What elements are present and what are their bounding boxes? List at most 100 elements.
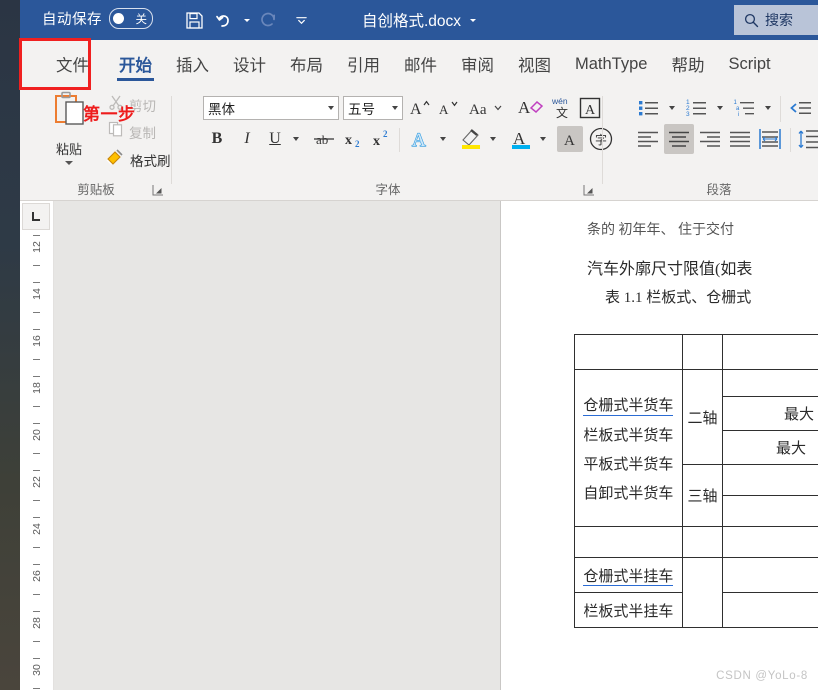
table-cell-empty[interactable] — [723, 527, 818, 558]
undo-arrow-icon[interactable] — [210, 7, 238, 33]
watermark-text: CSDN @YoLo-8 — [716, 670, 808, 682]
table-cell-empty[interactable] — [723, 558, 818, 593]
justify-icon[interactable] — [726, 126, 754, 152]
font-color-icon[interactable]: A — [507, 125, 535, 153]
italic-button[interactable]: I — [235, 126, 259, 152]
cut-button: 剪切 — [108, 94, 156, 115]
svg-text:2: 2 — [355, 139, 360, 149]
table-row[interactable]: 仓栅式半挂车 — [575, 558, 818, 593]
tab-help[interactable]: 帮助 — [659, 40, 716, 88]
trailer-type-2: 栏板式半挂车 — [583, 604, 673, 620]
table-cell-empty[interactable] — [723, 370, 818, 397]
numbering-chevron-icon[interactable] — [712, 96, 728, 120]
undo-dropdown-chevron-icon[interactable] — [240, 7, 253, 33]
table-cell-empty[interactable] — [723, 335, 818, 370]
subscript-icon[interactable]: x 2 — [341, 126, 367, 152]
format-painter-label: 格式刷 — [130, 150, 171, 170]
tab-view[interactable]: 视图 — [506, 40, 563, 88]
font-color-chevron-icon[interactable] — [535, 126, 551, 152]
autosave-state-label: 关 — [136, 11, 148, 27]
underline-dropdown-chevron-icon[interactable] — [287, 126, 305, 152]
bullet-list-icon[interactable] — [636, 95, 662, 121]
table-cell-trailer-2[interactable]: 栏板式半挂车 — [575, 593, 683, 628]
shrink-font-icon[interactable]: A — [435, 96, 461, 120]
font-dialog-launcher-icon[interactable] — [583, 184, 595, 196]
table-cell-axle-three[interactable]: 三轴 — [682, 465, 723, 527]
tab-layout[interactable]: 布局 — [278, 40, 335, 88]
enclose-character-icon[interactable]: 字 — [587, 125, 615, 153]
distributed-align-icon[interactable] — [756, 125, 784, 153]
vertical-ruler-scale: 12141618202224262830 — [20, 233, 53, 690]
text-highlight-icon[interactable] — [457, 125, 485, 153]
align-right-icon[interactable] — [696, 126, 724, 152]
grow-font-icon[interactable]: A — [407, 96, 433, 120]
svg-text:Aa: Aa — [469, 102, 487, 118]
multilevel-chevron-icon[interactable] — [760, 96, 776, 120]
search-box[interactable]: 搜索 — [734, 5, 818, 35]
customize-qat-icon[interactable] — [295, 7, 308, 33]
line-spacing-icon[interactable] — [796, 125, 818, 153]
svg-text:A: A — [410, 101, 422, 118]
numbered-list-icon[interactable]: 1 2 3 — [684, 95, 710, 121]
text-effects-chevron-icon[interactable] — [435, 126, 451, 152]
document-page[interactable]: 条的 初年年、 住于交付 汽车外廓尺寸限值(如表 表 1.1 栏板式、仓栅式 仓… — [500, 201, 818, 690]
character-border-icon[interactable]: A — [577, 95, 603, 121]
table-cell-empty[interactable] — [723, 465, 818, 496]
superscript-icon[interactable]: x 2 — [369, 126, 395, 152]
clipboard-dialog-launcher-icon[interactable] — [152, 184, 164, 196]
font-name-combobox[interactable]: 黑体 — [203, 96, 339, 120]
save-floppy-icon[interactable] — [180, 7, 208, 33]
document-table[interactable]: 仓栅式半货车 栏板式半货车 平板式半货车 自卸式半货车 二轴 最大 — [574, 334, 818, 628]
chevron-down-icon[interactable] — [470, 19, 476, 22]
table-row[interactable]: 仓栅式半货车 栏板式半货车 平板式半货车 自卸式半货车 二轴 — [575, 370, 818, 397]
phonetic-guide-icon[interactable]: wén 文 — [547, 93, 575, 121]
bullets-chevron-icon[interactable] — [664, 96, 680, 120]
table-cell-empty[interactable] — [575, 335, 683, 370]
clear-formatting-icon[interactable]: A — [517, 94, 545, 120]
underline-button[interactable]: U — [263, 126, 287, 152]
tab-script[interactable]: Script — [716, 40, 782, 88]
table-cell-empty[interactable] — [682, 558, 723, 628]
bold-button[interactable]: B — [205, 126, 229, 152]
table-cell-vehicle-types[interactable]: 仓栅式半货车 栏板式半货车 平板式半货车 自卸式半货车 — [575, 370, 683, 527]
tab-home[interactable]: 开始 — [107, 40, 164, 88]
tab-file[interactable]: 文件 — [38, 40, 107, 88]
text-effects-icon[interactable]: A A — [407, 125, 435, 153]
character-shading-icon[interactable]: A — [557, 126, 583, 152]
tab-mailings[interactable]: 邮件 — [392, 40, 449, 88]
change-case-icon[interactable]: Aa — [467, 96, 509, 120]
table-row[interactable] — [575, 527, 818, 558]
table-cell-measure-1[interactable]: 最大 — [723, 397, 818, 431]
table-cell-measure-2[interactable]: 最大 — [723, 431, 818, 465]
autosave-toggle[interactable]: 关 — [109, 8, 153, 29]
table-cell-empty[interactable] — [723, 496, 818, 527]
strikethrough-icon[interactable]: ab — [311, 126, 337, 152]
multilevel-list-icon[interactable]: 1 a i — [732, 95, 758, 121]
decrease-indent-icon[interactable] — [788, 95, 814, 121]
paste-button[interactable]: 粘贴 — [42, 91, 96, 165]
table-cell-empty[interactable] — [682, 527, 723, 558]
table-cell-empty[interactable] — [682, 335, 723, 370]
font-size-chevron-icon[interactable] — [392, 106, 398, 110]
tab-review[interactable]: 审阅 — [449, 40, 506, 88]
tab-stop-selector[interactable] — [22, 203, 50, 230]
table-cell-axle-two[interactable]: 二轴 — [682, 370, 723, 465]
tab-references[interactable]: 引用 — [335, 40, 392, 88]
tab-design[interactable]: 设计 — [221, 40, 278, 88]
highlight-chevron-icon[interactable] — [485, 126, 501, 152]
align-center-icon[interactable] — [664, 124, 694, 154]
table-cell-empty[interactable] — [575, 527, 683, 558]
table-cell-trailer-1[interactable]: 仓栅式半挂车 — [575, 558, 683, 593]
font-size-combobox[interactable]: 五号 — [343, 96, 403, 120]
document-body[interactable]: 条的 初年年、 住于交付 汽车外廓尺寸限值(如表 表 1.1 栏板式、仓栅式 仓… — [501, 223, 818, 690]
tab-mathtype[interactable]: MathType — [563, 40, 659, 88]
vertical-ruler[interactable]: 12141618202224262830 — [20, 201, 54, 690]
format-painter-button[interactable]: 格式刷 — [105, 148, 171, 171]
table-cell-empty[interactable] — [723, 593, 818, 628]
font-name-chevron-icon[interactable] — [328, 106, 334, 110]
align-left-icon[interactable] — [634, 126, 662, 152]
table-row[interactable] — [575, 335, 818, 370]
paste-dropdown-chevron-icon[interactable] — [65, 161, 73, 165]
tab-insert[interactable]: 插入 — [164, 40, 221, 88]
autosave-control[interactable]: 自动保存 关 — [42, 8, 153, 29]
